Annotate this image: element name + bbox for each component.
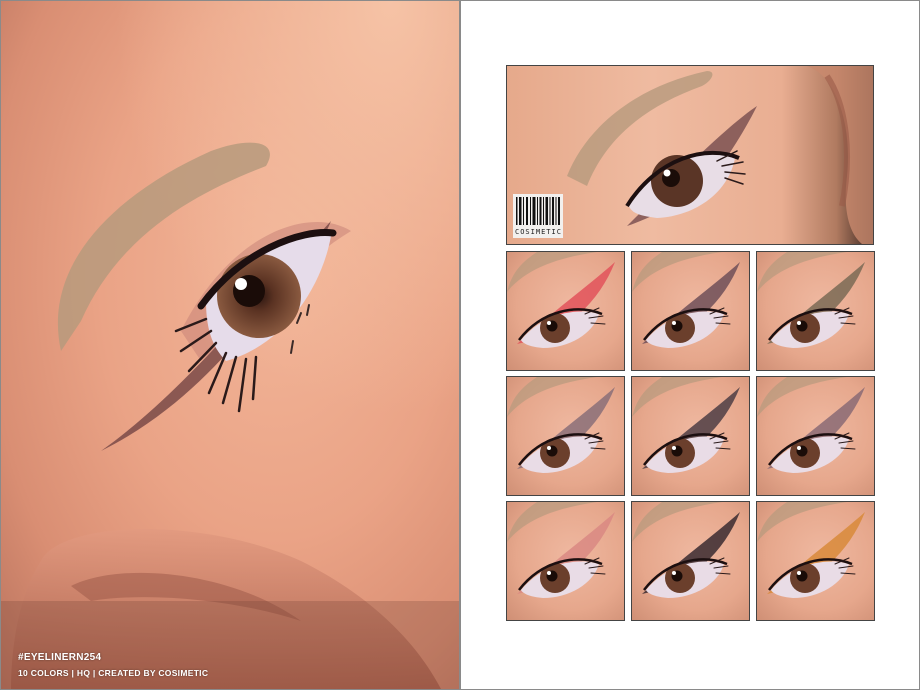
color-swatch-5 [631,376,750,496]
swatch-eye-illustration [632,377,740,473]
color-swatch-2 [631,251,750,371]
color-swatch-3 [756,251,875,371]
barcode-icon [516,197,560,225]
color-swatch-7 [506,501,625,621]
product-subtitle: 10 COLORS | HQ | CREATED BY COSIMETIC [18,668,209,678]
swatch-eye-illustration [757,502,865,598]
hero-closeup-image: #EYELINERN254 10 COLORS | HQ | CREATED B… [1,1,459,689]
hero-eye-illustration [1,1,459,689]
swatch-eye-illustration [507,502,615,598]
color-swatch-8 [631,501,750,621]
swatch-eye-illustration [632,502,740,598]
barcode-label: COSIMETIC [515,228,562,236]
swatch-eye-illustration [507,377,615,473]
product-title: #EYELINERN254 [18,652,102,663]
preview-image: COSIMETIC [506,65,874,245]
swatch-eye-illustration [757,252,865,348]
divider [459,0,461,690]
swatch-eye-illustration [507,252,615,348]
color-swatch-1 [506,251,625,371]
color-swatch-6 [756,376,875,496]
barcode-logo: COSIMETIC [513,194,563,238]
swatch-eye-illustration [757,377,865,473]
color-swatch-9 [756,501,875,621]
swatch-eye-illustration [632,252,740,348]
color-swatch-4 [506,376,625,496]
